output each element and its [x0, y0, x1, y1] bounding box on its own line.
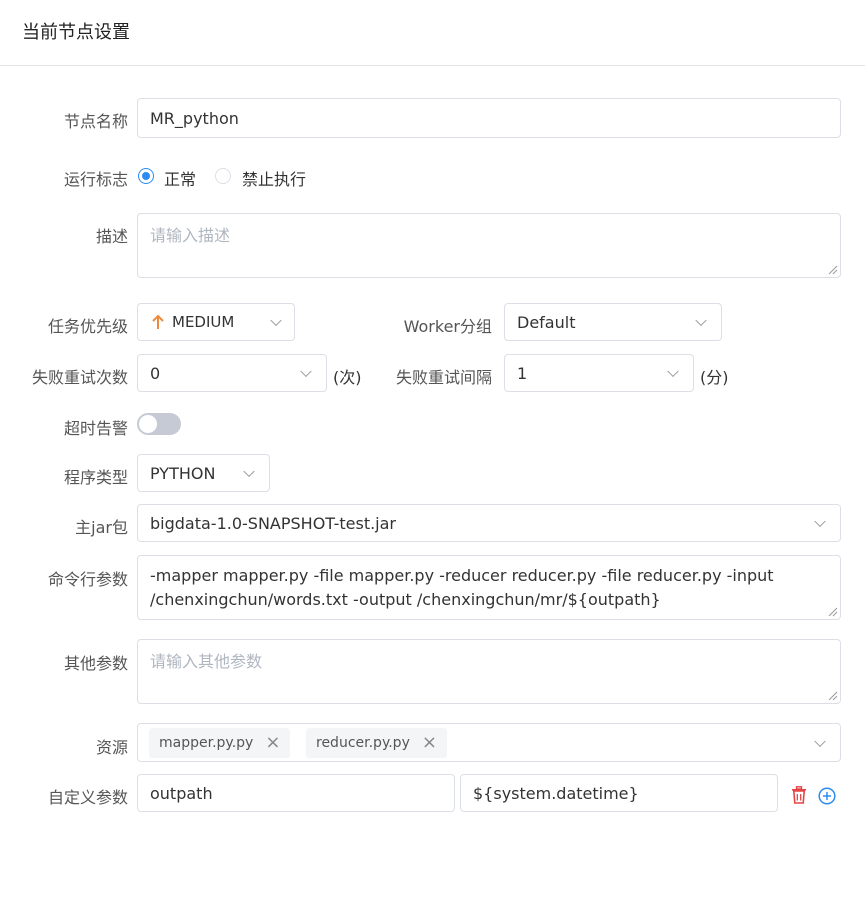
chevron-down-icon: [814, 735, 826, 747]
retry-interval-select[interactable]: 1: [504, 354, 694, 392]
resize-handle-icon[interactable]: [828, 691, 838, 701]
resource-tag: mapper.py.py ×: [149, 728, 291, 758]
run-flag-forbid-label[interactable]: 禁止执行: [242, 166, 306, 190]
arrow-up-icon: [152, 314, 164, 329]
close-icon[interactable]: ×: [265, 734, 280, 752]
custom-params-label: 自定义参数: [47, 788, 128, 807]
resource-tag-label: mapper.py.py: [159, 735, 254, 751]
resources-multiselect[interactable]: mapper.py.py × reducer.py.py ×: [137, 723, 841, 762]
command-args-label: 命令行参数: [47, 570, 128, 589]
add-circle-icon[interactable]: [818, 787, 836, 805]
switch-knob: [139, 415, 157, 433]
panel-header: 当前节点设置: [0, 0, 865, 66]
close-icon[interactable]: ×: [422, 734, 437, 752]
node-name-input[interactable]: MR_python: [137, 98, 841, 138]
resource-tag: reducer.py.py ×: [306, 728, 447, 758]
retry-times-select[interactable]: 0: [137, 354, 327, 392]
timeout-alarm-switch[interactable]: [137, 413, 181, 435]
priority-value: MEDIUM: [172, 313, 235, 331]
worker-group-value: Default: [517, 312, 576, 332]
chevron-down-icon: [695, 314, 707, 327]
resources-label: 资源: [95, 738, 128, 757]
chevron-down-icon: [814, 515, 826, 528]
retry-interval-unit: (分): [700, 368, 729, 387]
command-args-line-2: /chenxingchun/words.txt -output /chenxin…: [150, 590, 661, 609]
priority-select[interactable]: MEDIUM: [137, 303, 295, 341]
custom-param-key-input[interactable]: outpath: [137, 774, 455, 812]
run-flag-label: 运行标志: [63, 170, 128, 189]
description-label: 描述: [95, 227, 128, 246]
retry-interval-value: 1: [517, 363, 528, 383]
chevron-down-icon: [270, 314, 282, 327]
priority-label: 任务优先级: [47, 317, 128, 336]
custom-param-value-value: ${system.datetime}: [473, 783, 639, 803]
run-flag-forbid-radio[interactable]: [215, 168, 231, 184]
node-name-value: MR_python: [150, 108, 239, 128]
timeout-alarm-label: 超时告警: [63, 419, 128, 438]
run-flag-normal-radio[interactable]: [138, 168, 154, 184]
description-placeholder: 请输入描述: [150, 226, 231, 245]
retry-times-unit: (次): [333, 368, 362, 387]
retry-times-value: 0: [150, 363, 161, 383]
program-type-value: PYTHON: [150, 463, 216, 483]
chevron-down-icon: [300, 365, 312, 378]
retry-interval-label: 失败重试间隔: [395, 368, 492, 387]
retry-times-label: 失败重试次数: [31, 368, 128, 387]
resize-handle-icon[interactable]: [828, 265, 838, 275]
other-args-textarea[interactable]: 请输入其他参数: [137, 639, 841, 704]
custom-param-value-input[interactable]: ${system.datetime}: [460, 774, 778, 812]
resize-handle-icon[interactable]: [828, 607, 838, 617]
page-title: 当前节点设置: [22, 22, 130, 43]
description-textarea[interactable]: 请输入描述: [137, 213, 841, 278]
other-args-label: 其他参数: [63, 654, 128, 673]
resource-tag-label: reducer.py.py: [316, 735, 410, 751]
program-type-select[interactable]: PYTHON: [137, 454, 270, 492]
main-jar-value: bigdata-1.0-SNAPSHOT-test.jar: [150, 513, 397, 533]
trash-icon[interactable]: [791, 786, 807, 804]
command-args-line-1: -mapper mapper.py -file mapper.py -reduc…: [150, 566, 774, 585]
program-type-label: 程序类型: [63, 468, 128, 487]
worker-group-label: Worker分组: [403, 317, 492, 336]
run-flag-normal-label[interactable]: 正常: [164, 166, 196, 190]
other-args-placeholder: 请输入其他参数: [150, 652, 263, 671]
node-name-label: 节点名称: [63, 112, 128, 131]
command-args-textarea[interactable]: -mapper mapper.py -file mapper.py -reduc…: [137, 555, 841, 620]
main-jar-select[interactable]: bigdata-1.0-SNAPSHOT-test.jar: [137, 504, 841, 542]
custom-param-key-value: outpath: [150, 783, 213, 803]
worker-group-select[interactable]: Default: [504, 303, 722, 341]
chevron-down-icon: [667, 365, 679, 378]
chevron-down-icon: [243, 465, 255, 478]
main-jar-label: 主jar包: [75, 518, 128, 537]
